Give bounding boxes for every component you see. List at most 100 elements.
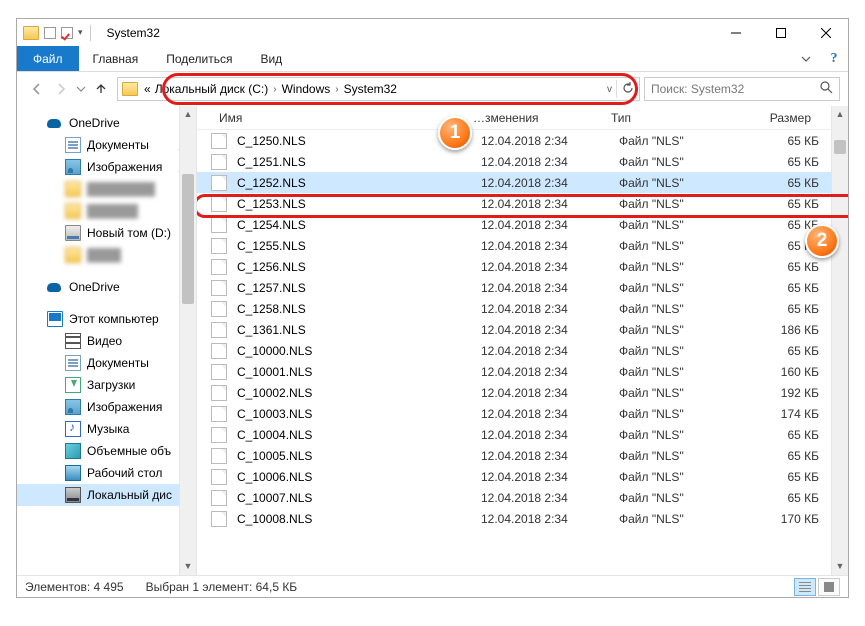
qat-props-button[interactable] [44, 27, 56, 39]
column-headers: Имя …зменения Тип Размер [197, 106, 848, 130]
chevron-right-icon[interactable]: › [335, 84, 338, 95]
file-icon [211, 133, 227, 149]
file-scrollbar[interactable]: ▲ ▼ [831, 106, 848, 575]
tab-view[interactable]: Вид [246, 46, 296, 71]
file-name: C_1252.NLS [237, 176, 481, 190]
downloads-icon [65, 377, 81, 393]
file-type: Файл "NLS" [619, 428, 729, 442]
qat-dropdown-icon[interactable]: ▾ [78, 27, 83, 38]
file-row[interactable]: C_10007.NLS12.04.2018 2:34Файл "NLS"65 К… [197, 487, 848, 508]
search-icon [820, 81, 833, 97]
file-name: C_1254.NLS [237, 218, 481, 232]
file-icon [211, 280, 227, 296]
file-row[interactable]: C_10008.NLS12.04.2018 2:34Файл "NLS"170 … [197, 508, 848, 529]
file-size: 65 КБ [729, 470, 839, 484]
tree-documents-2[interactable]: Документы [17, 352, 196, 374]
crumb-c-drive[interactable]: Локальный диск (C:) [155, 82, 269, 96]
col-header-date[interactable]: …зменения [473, 111, 611, 125]
address-dropdown-icon[interactable]: v [607, 84, 612, 95]
file-row[interactable]: C_1258.NLS12.04.2018 2:34Файл "NLS"65 КБ [197, 298, 848, 319]
document-icon [65, 137, 81, 153]
refresh-icon[interactable] [621, 81, 635, 98]
nav-history-icon[interactable] [73, 77, 89, 101]
chevron-right-icon[interactable]: › [273, 84, 276, 95]
help-button[interactable]: ? [820, 46, 848, 71]
scroll-up-icon[interactable]: ▲ [180, 106, 196, 123]
tree-this-pc[interactable]: Этот компьютер [17, 308, 196, 330]
scroll-down-icon[interactable]: ▼ [180, 558, 196, 575]
file-row[interactable]: C_1257.NLS12.04.2018 2:34Файл "NLS"65 КБ [197, 277, 848, 298]
crumb-windows[interactable]: Windows [282, 82, 331, 96]
nav-forward-button[interactable] [49, 77, 73, 101]
col-header-type[interactable]: Тип [611, 111, 721, 125]
nav-tree[interactable]: OneDrive Документы📌 Изображения📌 ███████… [17, 106, 197, 575]
file-name: C_10005.NLS [237, 449, 481, 463]
file-row[interactable]: C_1253.NLS12.04.2018 2:34Файл "NLS"65 КБ [197, 193, 848, 214]
crumb-system32[interactable]: System32 [344, 82, 397, 96]
file-row[interactable]: C_1255.NLS12.04.2018 2:34Файл "NLS"65 КБ [197, 235, 848, 256]
pictures-icon [65, 159, 81, 175]
search-input[interactable]: Поиск: System32 [644, 77, 840, 101]
tree-onedrive[interactable]: OneDrive [17, 112, 196, 134]
tree-item-redacted[interactable]: ██████ [17, 200, 196, 222]
file-icon [211, 259, 227, 275]
file-row[interactable]: C_1254.NLS12.04.2018 2:34Файл "NLS"65 КБ [197, 214, 848, 235]
tree-documents[interactable]: Документы📌 [17, 134, 196, 156]
col-header-size[interactable]: Размер [721, 111, 831, 125]
file-row[interactable]: C_1250.NLS12.04.2018 2:34Файл "NLS"65 КБ [197, 130, 848, 151]
scroll-up-icon[interactable]: ▲ [832, 106, 848, 123]
tree-onedrive-2[interactable]: OneDrive [17, 276, 196, 298]
qat-new-button[interactable] [61, 27, 73, 39]
file-row[interactable]: C_1251.NLS12.04.2018 2:34Файл "NLS"65 КБ [197, 151, 848, 172]
file-row[interactable]: C_10001.NLS12.04.2018 2:34Файл "NLS"160 … [197, 361, 848, 382]
tree-pictures-2[interactable]: Изображения [17, 396, 196, 418]
file-row[interactable]: C_10006.NLS12.04.2018 2:34Файл "NLS"65 К… [197, 466, 848, 487]
scroll-thumb[interactable] [834, 140, 846, 154]
file-icon [211, 196, 227, 212]
address-bar[interactable]: « Локальный диск (C:) › Windows › System… [117, 77, 640, 101]
file-icon [211, 301, 227, 317]
tree-item-redacted[interactable]: ████ [17, 244, 196, 266]
details-icon [799, 582, 811, 592]
nav-back-button[interactable] [25, 77, 49, 101]
col-header-name[interactable]: Имя [211, 111, 473, 125]
file-row[interactable]: C_1256.NLS12.04.2018 2:34Файл "NLS"65 КБ [197, 256, 848, 277]
tree-local-disk[interactable]: Локальный дис [17, 484, 196, 506]
file-name: C_10004.NLS [237, 428, 481, 442]
file-name: C_10003.NLS [237, 407, 481, 421]
tree-new-volume[interactable]: Новый том (D:) [17, 222, 196, 244]
minimize-button[interactable] [713, 19, 758, 46]
expand-ribbon-icon[interactable] [792, 46, 820, 71]
file-name: C_10002.NLS [237, 386, 481, 400]
tree-music[interactable]: Музыка [17, 418, 196, 440]
tree-item-redacted[interactable]: ████████ [17, 178, 196, 200]
tree-scrollbar[interactable]: ▲ ▼ [179, 106, 196, 575]
scroll-thumb[interactable] [182, 174, 194, 304]
maximize-button[interactable] [758, 19, 803, 46]
file-date: 12.04.2018 2:34 [481, 176, 619, 190]
file-date: 12.04.2018 2:34 [481, 134, 619, 148]
view-details-button[interactable] [794, 578, 816, 596]
close-button[interactable] [803, 19, 848, 46]
file-row[interactable]: C_1252.NLS12.04.2018 2:34Файл "NLS"65 КБ [197, 172, 848, 193]
file-row[interactable]: C_10002.NLS12.04.2018 2:34Файл "NLS"192 … [197, 382, 848, 403]
scroll-down-icon[interactable]: ▼ [832, 558, 848, 575]
file-icon [211, 406, 227, 422]
file-size: 160 КБ [729, 365, 839, 379]
tab-share[interactable]: Поделиться [152, 46, 246, 71]
tree-desktop[interactable]: Рабочий стол [17, 462, 196, 484]
view-thumbnails-button[interactable] [818, 578, 840, 596]
nav-up-button[interactable] [89, 77, 113, 101]
file-row[interactable]: C_1361.NLS12.04.2018 2:34Файл "NLS"186 К… [197, 319, 848, 340]
tab-file[interactable]: Файл [17, 46, 79, 71]
file-name: C_1255.NLS [237, 239, 481, 253]
file-row[interactable]: C_10000.NLS12.04.2018 2:34Файл "NLS"65 К… [197, 340, 848, 361]
tree-3d-objects[interactable]: Объемные объ [17, 440, 196, 462]
tree-pictures[interactable]: Изображения📌 [17, 156, 196, 178]
file-row[interactable]: C_10004.NLS12.04.2018 2:34Файл "NLS"65 К… [197, 424, 848, 445]
file-row[interactable]: C_10005.NLS12.04.2018 2:34Файл "NLS"65 К… [197, 445, 848, 466]
tree-downloads[interactable]: Загрузки [17, 374, 196, 396]
tree-video[interactable]: Видео [17, 330, 196, 352]
tab-home[interactable]: Главная [79, 46, 153, 71]
file-row[interactable]: C_10003.NLS12.04.2018 2:34Файл "NLS"174 … [197, 403, 848, 424]
